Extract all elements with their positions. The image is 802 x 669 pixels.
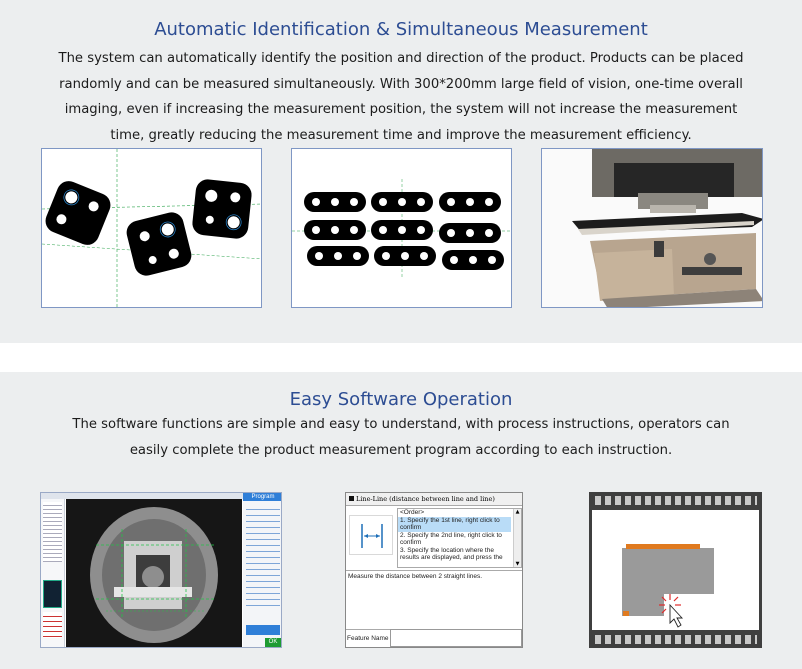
run-panel bbox=[246, 625, 280, 635]
tool-grid[interactable] bbox=[246, 504, 280, 608]
demo-frame bbox=[592, 510, 759, 630]
order-scrollbar[interactable]: ▲ ▼ bbox=[513, 509, 521, 567]
software-screenshot: Program OK bbox=[40, 492, 282, 648]
mini-preview bbox=[43, 580, 62, 608]
feature-list[interactable] bbox=[43, 502, 62, 562]
feature-name-label: Feature Name bbox=[346, 629, 390, 647]
section-identification: Automatic Identification & Simultaneous … bbox=[0, 0, 802, 343]
section-software: Easy Software Operation The software fun… bbox=[0, 372, 802, 669]
header-square-icon bbox=[349, 496, 354, 501]
section-title: Easy Software Operation bbox=[289, 389, 513, 410]
tool-icons[interactable] bbox=[43, 612, 62, 638]
step-1[interactable]: 1. Specify the 1st line, right click to … bbox=[398, 516, 511, 532]
section-paragraph: The software functions are simple and ea… bbox=[72, 417, 730, 458]
dialog-title: Line-Line (distance between line and lin… bbox=[356, 495, 495, 503]
step-3[interactable]: 3. Specify the location where the result… bbox=[398, 547, 511, 562]
left-panel bbox=[41, 499, 65, 647]
order-list[interactable]: <Order> 1. Specify the 1st line, right c… bbox=[397, 508, 522, 568]
scroll-up-icon[interactable]: ▲ bbox=[514, 509, 521, 515]
multi-part-image bbox=[291, 148, 512, 308]
description-text: Measure the distance between 2 straight … bbox=[346, 570, 522, 628]
film-perforation-bottom bbox=[595, 635, 757, 644]
section-title: Automatic Identification & Simultaneous … bbox=[154, 19, 648, 40]
right-panel: Program OK bbox=[243, 493, 281, 647]
step-2[interactable]: 2. Specify the 2nd line, right click to … bbox=[398, 532, 511, 547]
section-paragraph: The system can automatically identify th… bbox=[58, 51, 744, 143]
line-distance-icon bbox=[349, 515, 393, 555]
film-perforation-top bbox=[595, 496, 757, 505]
camera-view[interactable] bbox=[66, 499, 242, 647]
feature-name-field[interactable] bbox=[390, 629, 522, 647]
ok-button[interactable]: OK bbox=[265, 638, 281, 647]
scroll-down-icon[interactable]: ▼ bbox=[514, 561, 521, 567]
measuring-machine-image bbox=[541, 148, 763, 308]
random-placement-image bbox=[41, 148, 262, 308]
dialog-header: Line-Line (distance between line and lin… bbox=[346, 493, 522, 506]
line-line-dialog: Line-Line (distance between line and lin… bbox=[345, 492, 523, 648]
order-label: <Order> bbox=[400, 509, 425, 516]
tab-program[interactable]: Program bbox=[243, 493, 281, 501]
click-demo-filmstrip bbox=[589, 492, 762, 648]
